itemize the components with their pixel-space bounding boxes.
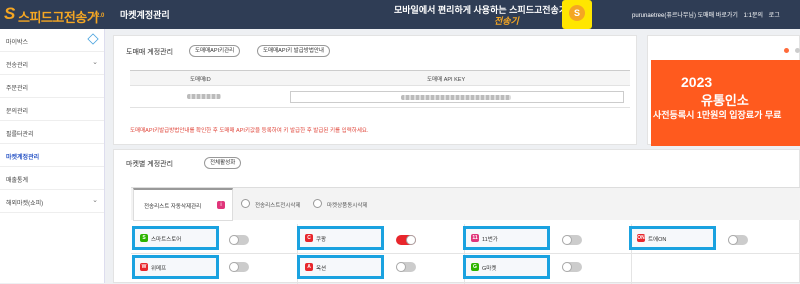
sidebar-item-label: 문의관리 [6,109,29,115]
sidebar-item-transfer[interactable]: 전송관리 ⌄ [0,52,104,75]
banner-sub: 전송기 [494,16,519,26]
market-wemakeprice[interactable]: W 위메프 [132,255,219,279]
ad-year: 2023 [681,74,713,90]
api-key-guide-button[interactable]: 도매매API키 발급방법안내 [257,45,330,57]
market-name: 스마트스토어 [151,237,182,243]
radio-display-delete[interactable] [241,199,250,208]
column-header-id: 도매매ID [190,77,211,83]
toggle-gmarket[interactable] [562,262,582,272]
wemakeprice-icon: W [140,263,148,271]
logo-version: V2.0 [92,13,105,19]
api-key-table: 도매매ID 도매매 API KEY [130,70,630,115]
user-link-inquiry[interactable]: 1:1문의 [744,13,763,19]
ad-panel[interactable]: 2023 유통인소 사전등록시 1만원의 입장료가 무료 [647,35,800,146]
sidebar-item-overseas[interactable]: 해외마켓(쇼피) ⌄ [0,190,104,213]
market-lotteon[interactable]: ON 트에ON [629,226,716,250]
sidebar: 마이박스 전송관리 ⌄ 주문관리 문의관리 필를터관리 마켓계정관리 매출통계 … [0,29,105,283]
toggle-smartstore[interactable] [229,235,249,245]
tab-auto-delete[interactable]: 전송리스트 자동삭제관리 i [133,188,233,221]
banner-text: 모바일에서 편리하게 사용하는 스피드고전송기! [394,5,571,15]
table-row [130,86,630,108]
auction-icon: A [305,263,313,271]
sidebar-item-label: 마켓계정관리 [6,155,40,161]
page-title: 마켓계정관리 [120,10,170,20]
sidebar-item-label: 전송관리 [6,63,29,69]
radio-label: 마켓상품동시삭제 [327,203,368,209]
section-title: 도매매 계정관리 [126,49,174,56]
market-gmarket[interactable]: G G마켓 [463,255,550,279]
sidebar-item-label: 마이박스 [6,40,29,46]
logo-mark-icon: S [4,4,16,23]
carousel-dot-active[interactable] [784,48,789,53]
sidebar-item-label: 매출통계 [6,178,29,184]
api-key-warning: 도매매API키발급방법안내를 확인한 후 도매매 API키값을 등록하여 키 발… [130,128,369,134]
market-name: 쿠팡 [316,237,327,243]
toggle-coupang[interactable] [396,235,416,245]
tab-bar: 전송리스트 자동삭제관리 i 전송리스트전시삭제 마켓상품동시삭제 [131,187,800,221]
user-links: purunaetree(퓨르나무님) 도매매 바로가기 1:1문의 로그 [632,10,784,19]
sidebar-item-label: 주문관리 [6,86,29,92]
radio-sync-delete[interactable] [313,199,322,208]
toggle-lotteon[interactable] [728,235,748,245]
logo-text: 스피드고전송기 [18,11,99,26]
chevron-down-icon: ⌄ [92,197,98,204]
carousel-dot[interactable] [795,48,800,53]
smartstore-icon: S [140,234,148,242]
market-smartstore[interactable]: S 스마트스토어 [132,226,219,250]
sidebar-item-filters[interactable]: 필를터관리 [0,121,104,144]
chevron-down-icon: ⌄ [92,59,98,66]
ad-headline: 유통인소 [701,93,749,108]
info-icon[interactable]: i [217,201,225,209]
market-coupang[interactable]: C 쿠팡 [297,226,384,250]
ad-subline: 사전등록시 1만원의 입장료가 무료 [653,110,782,120]
promo-banner[interactable]: 모바일에서 편리하게 사용하는 스피드고전송기! 전송기 S [388,0,598,29]
toggle-wemakeprice[interactable] [229,262,249,272]
tab-label: 전송리스트 자동삭제관리 [144,204,202,210]
market-name: G마켓 [482,266,497,272]
market-name: 옥션 [316,266,327,272]
market-name: 트에ON [648,237,667,243]
coupang-icon: C [305,234,313,242]
api-key-field[interactable] [290,91,624,103]
market-auction[interactable]: A 옥션 [297,255,384,279]
toggle-11st[interactable] [562,235,582,245]
user-link-logout[interactable]: 로그 [769,13,780,19]
activate-all-button[interactable]: 전체활성화 [204,157,242,169]
11st-icon: 11 [471,234,479,242]
toggle-auction[interactable] [396,262,416,272]
sidebar-item-inquiries[interactable]: 문의관리 [0,98,104,121]
app-logo[interactable]: S 스피드고전송기 V2.0 [4,4,114,26]
radio-label: 전송리스트전시삭제 [255,203,301,209]
api-key-manage-button[interactable]: 도매매API키관리 [189,45,241,57]
user-link-wholesale[interactable]: purunaetree(퓨르나무님) 도매매 바로가기 [632,13,738,19]
wholesale-account-panel: 도매매 계정관리 도매매API키관리 도매매API키 발급방법안내 도매매ID … [113,35,637,145]
sidebar-item-orders[interactable]: 주문관리 [0,75,104,98]
masked-id [187,94,221,99]
sidebar-item-market-accounts[interactable]: 마켓계정관리 [0,144,104,167]
gmarket-icon: G [471,263,479,271]
column-header-key: 도매매 API KEY [427,77,466,83]
table-header: 도매매ID 도매매 API KEY [130,71,630,86]
sidebar-item-label: 필를터관리 [6,132,34,138]
market-11st[interactable]: 11 11번가 [463,226,550,250]
sidebar-item-label: 해외마켓(쇼피) [6,201,44,207]
sidebar-item-mybox[interactable]: 마이박스 [0,29,104,52]
top-bar: S 스피드고전송기 V2.0 마켓계정관리 모바일에서 편리하게 사용하는 스피… [0,0,800,29]
market-name: 위메프 [151,266,167,272]
section-title: 마켓별 계정관리 [126,161,174,168]
market-accounts-panel: 마켓별 계정관리 전체활성화 전송리스트 자동삭제관리 i 전송리스트전시삭제 … [113,149,800,284]
lotteon-icon: ON [637,234,645,242]
ad-image[interactable]: 2023 유통인소 사전등록시 1만원의 입장료가 무료 [651,60,800,146]
sidebar-item-sales-stats[interactable]: 매출통계 [0,167,104,190]
market-name: 11번가 [482,237,498,243]
app-badge-icon: S [562,0,592,29]
cube-icon [87,33,99,45]
